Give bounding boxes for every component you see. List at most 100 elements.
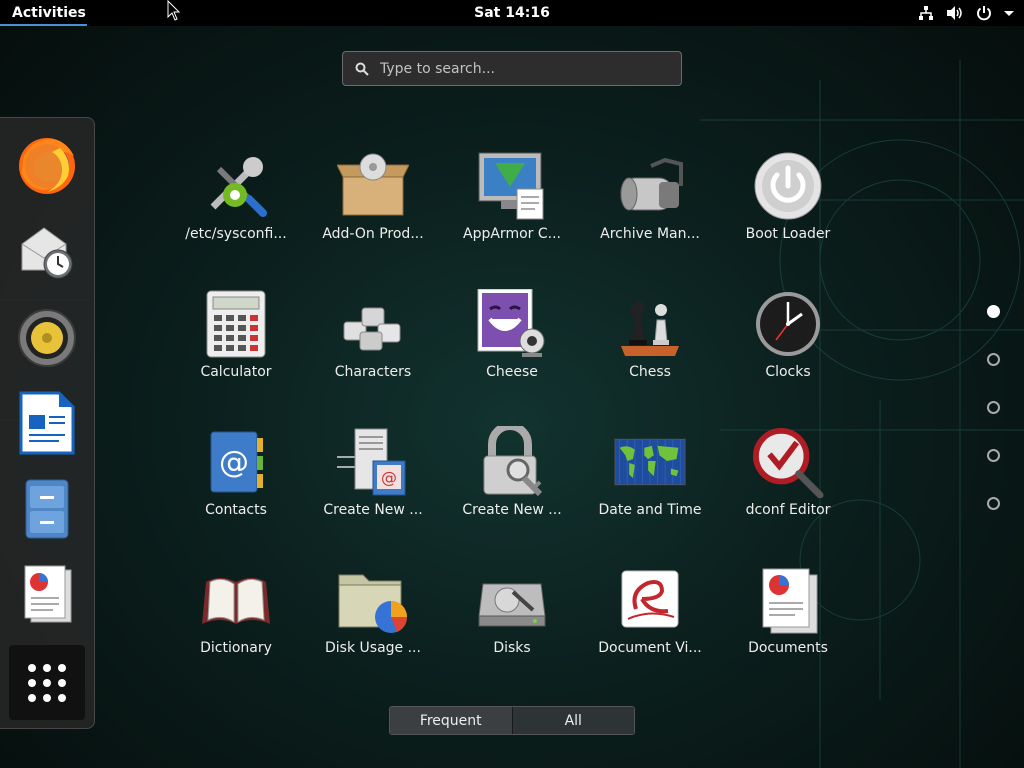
app-dconf-editor[interactable]: dconf Editor xyxy=(723,406,853,534)
app-apparmor[interactable]: AppArmor C... xyxy=(447,130,577,258)
app-label: Archive Man... xyxy=(600,226,700,242)
contacts-book-icon: @ xyxy=(200,426,272,498)
padlock-key-icon xyxy=(476,426,548,498)
page-indicator-3[interactable] xyxy=(987,401,1000,414)
clock-icon xyxy=(752,288,824,360)
book-icon xyxy=(200,564,272,636)
documents-icon xyxy=(24,565,72,623)
calculator-icon xyxy=(200,288,272,360)
app-label: Clocks xyxy=(765,364,811,380)
search-icon xyxy=(355,62,369,76)
page-indicator-2[interactable] xyxy=(987,353,1000,366)
show-applications-button[interactable] xyxy=(9,645,85,720)
mail-clock-icon xyxy=(21,227,73,279)
svg-text:@: @ xyxy=(381,468,397,487)
search-input[interactable] xyxy=(378,59,662,78)
volume-icon xyxy=(947,6,962,20)
app-label: Document Vi... xyxy=(598,640,702,656)
speaker-icon xyxy=(18,309,76,367)
app-label: Dictionary xyxy=(200,640,272,656)
top-bar: Activities Sat 14:16 xyxy=(0,0,1024,26)
app-label: Create New ... xyxy=(323,502,423,518)
dash-libreoffice-writer[interactable] xyxy=(14,390,80,456)
network-icon xyxy=(919,6,933,20)
app-addon-products[interactable]: Add-On Prod... xyxy=(308,130,438,258)
dash-firefox[interactable] xyxy=(14,132,80,198)
app-label: Calculator xyxy=(200,364,272,380)
app-label: Disk Usage ... xyxy=(325,640,421,656)
activities-underline xyxy=(0,24,87,26)
archive-roller-icon xyxy=(614,150,686,222)
app-sysconfig[interactable]: /etc/sysconfi... xyxy=(171,130,301,258)
menu-arrow-icon xyxy=(1004,11,1014,16)
app-label: AppArmor C... xyxy=(463,226,561,242)
status-menu[interactable] xyxy=(918,0,1014,26)
app-boot-loader[interactable]: Boot Loader xyxy=(723,130,853,258)
app-label: Documents xyxy=(748,640,828,656)
cheese-webcam-icon xyxy=(476,288,548,360)
app-date-and-time[interactable]: Date and Time xyxy=(585,406,715,534)
dash-rhythmbox[interactable] xyxy=(14,305,80,371)
chess-icon xyxy=(614,288,686,360)
dash-documents[interactable] xyxy=(14,562,80,628)
page-indicator-5[interactable] xyxy=(987,497,1000,510)
world-map-icon xyxy=(614,426,686,498)
mouse-cursor-icon xyxy=(167,0,181,21)
app-cheese[interactable]: Cheese xyxy=(447,268,577,396)
app-create-new-mail-server[interactable]: @ Create New ... xyxy=(308,406,438,534)
document-viewer-icon xyxy=(614,564,686,636)
app-create-new-key[interactable]: Create New ... xyxy=(447,406,577,534)
firefox-icon xyxy=(19,138,75,194)
app-label: Create New ... xyxy=(462,502,562,518)
app-contacts[interactable]: @ Contacts xyxy=(171,406,301,534)
power-icon xyxy=(977,6,991,21)
activities-label: Activities xyxy=(12,5,86,21)
characters-keys-icon xyxy=(337,288,409,360)
app-chess[interactable]: Chess xyxy=(585,268,715,396)
clock-label[interactable]: Sat 14:16 xyxy=(474,5,550,21)
grid-icon xyxy=(28,663,66,702)
app-label: Cheese xyxy=(486,364,538,380)
yast-tools-icon xyxy=(200,150,272,222)
app-label: dconf Editor xyxy=(745,502,831,518)
dash-files[interactable] xyxy=(14,476,80,542)
page-indicator-1[interactable] xyxy=(987,305,1000,318)
page-indicator-4[interactable] xyxy=(987,449,1000,462)
addon-box-icon xyxy=(337,150,409,222)
app-document-viewer[interactable]: Document Vi... xyxy=(585,544,715,672)
activities-button[interactable]: Activities xyxy=(0,0,98,26)
dash xyxy=(0,117,95,729)
app-label: Chess xyxy=(629,364,671,380)
app-label: Characters xyxy=(334,364,412,380)
dash-evolution[interactable] xyxy=(14,218,80,284)
all-tab[interactable]: All xyxy=(512,707,634,734)
app-disks[interactable]: Disks xyxy=(447,544,577,672)
clock: Sat 14:16 xyxy=(0,0,1024,26)
folder-chart-icon xyxy=(337,564,409,636)
app-label: Disks xyxy=(493,640,531,656)
app-label: Date and Time xyxy=(598,502,702,518)
app-calculator[interactable]: Calculator xyxy=(171,268,301,396)
dconf-magnifier-icon xyxy=(752,426,824,498)
disk-drive-icon xyxy=(476,564,548,636)
search-box[interactable] xyxy=(342,51,682,86)
app-documents[interactable]: Documents xyxy=(723,544,853,672)
app-archive-manager[interactable]: Archive Man... xyxy=(585,130,715,258)
server-mail-icon: @ xyxy=(337,426,409,498)
app-label: Add-On Prod... xyxy=(322,226,424,242)
app-dictionary[interactable]: Dictionary xyxy=(171,544,301,672)
view-switch: Frequent All xyxy=(389,706,635,735)
app-label: Boot Loader xyxy=(745,226,831,242)
app-label: Contacts xyxy=(205,502,267,518)
documents-icon xyxy=(752,564,824,636)
writer-document-icon xyxy=(19,391,75,455)
boot-power-icon xyxy=(752,150,824,222)
app-disk-usage[interactable]: Disk Usage ... xyxy=(308,544,438,672)
frequent-tab[interactable]: Frequent xyxy=(390,707,513,734)
app-label: /etc/sysconfi... xyxy=(185,226,287,242)
app-clocks[interactable]: Clocks xyxy=(723,268,853,396)
app-characters[interactable]: Characters xyxy=(308,268,438,396)
svg-text:@: @ xyxy=(219,445,249,480)
apparmor-icon xyxy=(476,150,548,222)
file-cabinet-icon xyxy=(25,479,69,539)
